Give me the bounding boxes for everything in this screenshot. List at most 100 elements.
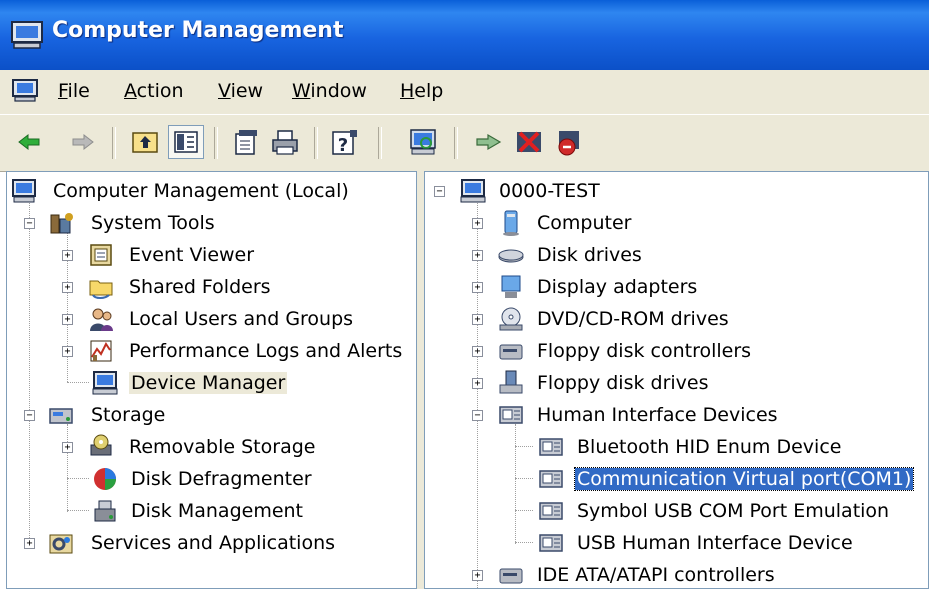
device-tree-label: Disk drives [537,244,642,266]
device-item-communication-virtual-port[interactable]: Communication Virtual port(COM1) [425,464,925,494]
floppy-controller-icon [499,344,523,360]
system-tools-icon [50,213,73,234]
device-tree-label: Floppy disk drives [537,372,709,394]
device-item-bluetooth-hid[interactable]: Bluetooth HID Enum Device [425,432,925,462]
device-category-display-adapters[interactable]: + Display adapters [425,272,925,302]
device-tree-label: Communication Virtual port(COM1) [573,467,915,491]
tree-item-disk-defragmenter[interactable]: Disk Defragmenter [7,464,412,494]
event-viewer-icon [90,244,112,266]
expand-toggle[interactable]: + [472,250,483,261]
tree-item-label: Disk Management [131,500,304,522]
device-category-disk-drives[interactable]: + Disk drives [425,240,925,270]
expand-toggle[interactable]: + [472,282,483,293]
menu-action[interactable]: Action [124,80,184,102]
show-hide-tree-button[interactable] [168,125,204,159]
expand-toggle[interactable]: + [472,346,483,357]
collapse-toggle[interactable]: − [434,186,445,197]
device-tree-label: Display adapters [537,276,698,298]
console-tree-pane[interactable]: Computer Management (Local) − System Too… [6,171,417,589]
expand-toggle[interactable]: + [472,314,483,325]
menu-help[interactable]: Help [400,80,443,102]
expand-toggle[interactable]: + [24,538,35,549]
users-icon [90,308,113,331]
shared-folder-icon [89,280,113,299]
expand-toggle[interactable]: + [472,570,483,581]
computer-management-icon [11,21,43,49]
menu-bar: File Action View Window Help [0,70,929,114]
device-item-symbol-usb-com[interactable]: Symbol USB COM Port Emulation [425,496,925,526]
tree-item-computer-management[interactable]: Computer Management (Local) [7,176,412,206]
svg-text:?: ? [338,135,348,156]
toolbar-separator [214,127,218,159]
uninstall-device-icon[interactable] [554,127,584,157]
show-hide-tree-icon [174,131,198,153]
device-tree-root[interactable]: − 0000-TEST [425,176,925,206]
tree-item-event-viewer[interactable]: + Event Viewer [7,240,412,270]
tree-item-label: Computer Management (Local) [53,180,349,202]
device-category-computer[interactable]: + Computer [425,208,925,238]
pane-splitter[interactable] [417,171,424,589]
system-menu-icon[interactable] [12,79,38,103]
hid-device-icon [539,438,563,456]
back-icon[interactable] [14,127,44,157]
title-bar[interactable]: Computer Management [0,0,929,70]
details-pane[interactable]: − 0000-TEST + Computer + Disk drives + D… [424,171,929,589]
tree-item-label: Local Users and Groups [129,308,354,330]
tree-item-shared-folders[interactable]: + Shared Folders [7,272,412,302]
toolbar-separator [112,127,116,159]
expand-toggle[interactable]: + [472,218,483,229]
device-category-floppy-controllers[interactable]: + Floppy disk controllers [425,336,925,366]
disable-device-icon[interactable] [514,127,544,157]
device-category-ide-ata[interactable]: + IDE ATA/ATAPI controllers [425,560,925,588]
tree-item-label: Event Viewer [129,244,255,266]
tree-item-label: Removable Storage [129,436,316,458]
expand-toggle[interactable]: + [472,378,483,389]
disk-management-icon [94,500,116,522]
update-driver-icon[interactable] [474,127,504,157]
computer-management-icon [12,179,36,203]
device-tree-label: 0000-TEST [499,180,600,202]
tree-item-device-manager[interactable]: Device Manager [7,368,412,398]
tree-item-disk-management[interactable]: Disk Management [7,496,412,526]
services-icon [49,534,73,554]
storage-icon [49,408,73,424]
hid-device-icon [539,470,563,488]
collapse-toggle[interactable]: − [24,218,35,229]
up-folder-icon[interactable] [130,127,160,157]
help-icon[interactable]: ? [330,127,360,157]
tree-item-removable-storage[interactable]: + Removable Storage [7,432,412,462]
tree-item-label: Storage [91,404,166,426]
menu-view[interactable]: View [218,80,263,102]
hid-device-icon [539,502,563,520]
print-icon[interactable] [270,127,300,157]
expand-toggle[interactable]: + [62,314,73,325]
device-item-usb-hid[interactable]: USB Human Interface Device [425,528,925,558]
device-tree-label: Computer [537,212,632,234]
device-tree-label: Floppy disk controllers [537,340,752,362]
dvd-drive-icon [499,307,523,331]
expand-toggle[interactable]: + [62,282,73,293]
menu-file[interactable]: File [58,80,90,102]
device-tree-label: Bluetooth HID Enum Device [577,436,842,458]
collapse-toggle[interactable]: − [472,410,483,421]
performance-logs-icon [90,340,112,362]
scan-hardware-icon[interactable] [408,127,438,157]
tree-item-label: Disk Defragmenter [131,468,312,490]
collapse-toggle[interactable]: − [24,410,35,421]
tree-item-system-tools[interactable]: − System Tools [7,208,412,238]
tree-item-local-users-and-groups[interactable]: + Local Users and Groups [7,304,412,334]
expand-toggle[interactable]: + [62,442,73,453]
tree-item-storage[interactable]: − Storage [7,400,412,430]
expand-toggle[interactable]: + [62,250,73,261]
menu-window[interactable]: Window [292,80,367,102]
expand-toggle[interactable]: + [62,346,73,357]
forward-icon[interactable] [68,127,98,157]
properties-icon[interactable] [232,127,262,157]
tree-item-label: System Tools [91,212,215,234]
computer-icon [503,210,519,236]
device-category-floppy-drives[interactable]: + Floppy disk drives [425,368,925,398]
device-category-human-interface-devices[interactable]: − Human Interface Devices [425,400,925,430]
tree-item-services-and-applications[interactable]: + Services and Applications [7,528,412,558]
device-category-dvd-cdrom[interactable]: + DVD/CD-ROM drives [425,304,925,334]
tree-item-performance-logs[interactable]: + Performance Logs and Alerts [7,336,412,366]
